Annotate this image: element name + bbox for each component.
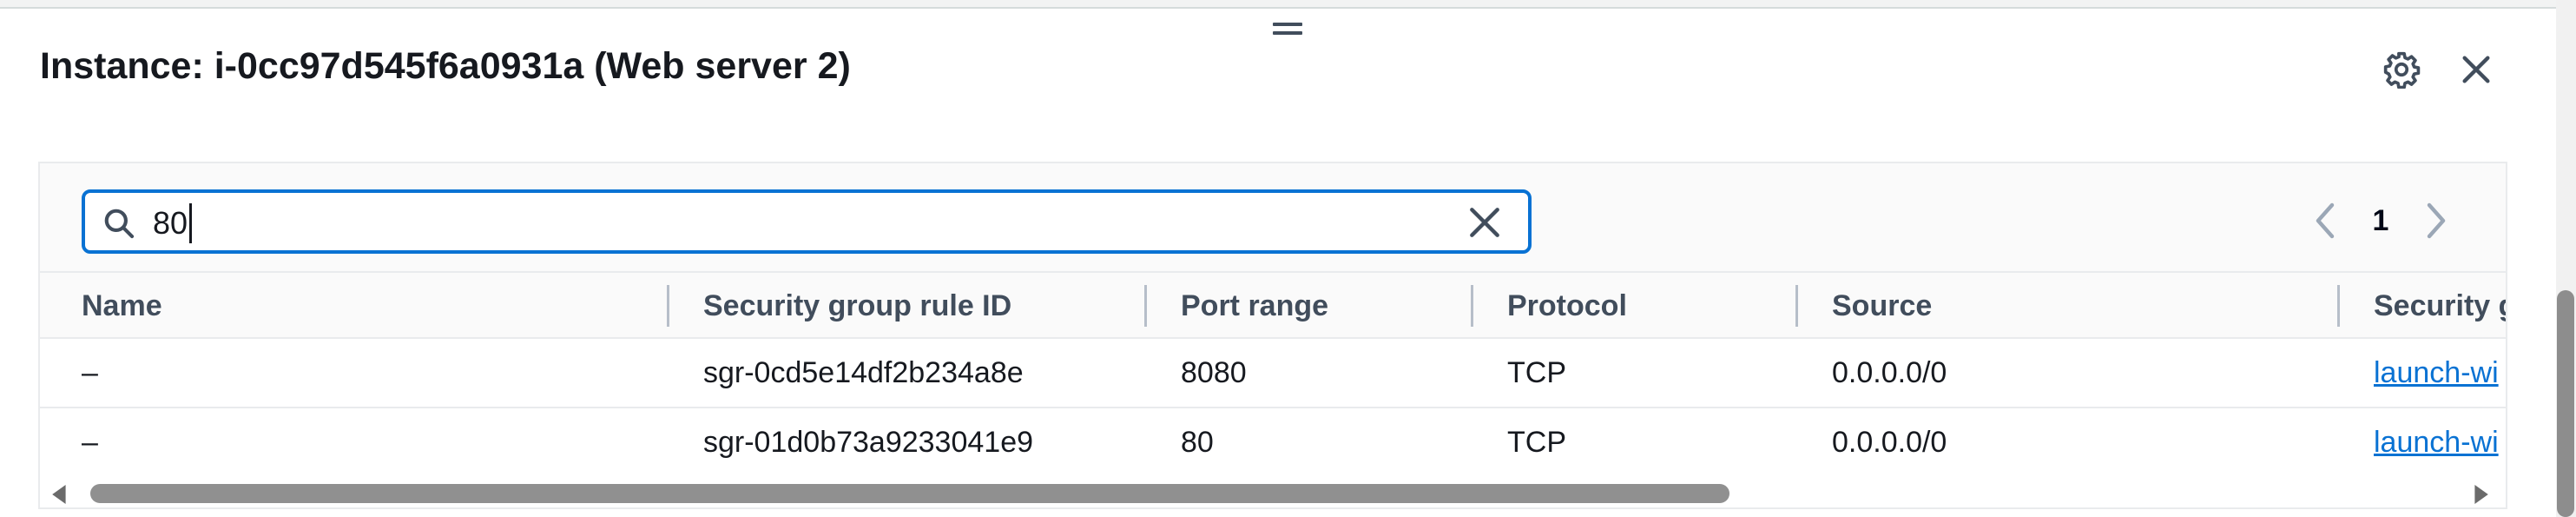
security-group-link[interactable]: launch-wi xyxy=(2374,408,2499,476)
chevron-right-icon[interactable] xyxy=(2414,200,2455,242)
column-resizer[interactable] xyxy=(1144,285,1147,327)
drag-handle-icon[interactable] xyxy=(1273,21,1302,35)
horizontal-scrollbar-thumb[interactable] xyxy=(90,484,1729,503)
vertical-scrollbar-thumb[interactable] xyxy=(2557,290,2574,517)
search-input[interactable]: 80 xyxy=(82,189,1532,254)
column-header-source[interactable]: Source xyxy=(1832,273,1932,339)
cell-rule-id: sgr-01d0b73a9233041e9 xyxy=(703,426,1034,459)
table-row: – sgr-01d0b73a9233041e9 80 TCP 0.0.0.0/0… xyxy=(40,408,2506,478)
cell-protocol: TCP xyxy=(1507,356,1566,389)
clear-icon[interactable] xyxy=(1466,203,1504,242)
panel-title: Instance: i-0cc97d545f6a0931a (Web serve… xyxy=(40,45,851,87)
cell-source: 0.0.0.0/0 xyxy=(1832,426,1947,459)
column-header-name[interactable]: Name xyxy=(82,273,162,339)
top-divider xyxy=(0,0,2576,9)
column-resizer[interactable] xyxy=(1795,285,1798,327)
close-icon xyxy=(2462,56,2490,83)
column-header-port-range[interactable]: Port range xyxy=(1181,273,1328,339)
column-resizer[interactable] xyxy=(1471,285,1473,327)
column-header-rule-id[interactable]: Security group rule ID xyxy=(703,273,1011,339)
close-button[interactable] xyxy=(2452,47,2500,92)
cell-rule-id: sgr-0cd5e14df2b234a8e xyxy=(703,356,1024,389)
column-resizer[interactable] xyxy=(667,285,669,327)
cell-source: 0.0.0.0/0 xyxy=(1832,356,1947,389)
cell-name: – xyxy=(82,426,98,459)
cell-port-range: 8080 xyxy=(1181,356,1247,389)
table-header: Name Security group rule ID Port range P… xyxy=(40,271,2506,339)
search-value[interactable]: 80 xyxy=(153,203,193,243)
column-header-protocol[interactable]: Protocol xyxy=(1507,273,1627,339)
table-row: – sgr-0cd5e14df2b234a8e 8080 TCP 0.0.0.0… xyxy=(40,339,2506,408)
horizontal-scrollbar[interactable] xyxy=(40,476,2506,507)
search-icon xyxy=(104,209,135,239)
security-group-link[interactable]: launch-wi xyxy=(2374,339,2499,407)
scroll-right-arrow-icon[interactable] xyxy=(2471,485,2490,504)
page-number[interactable]: 1 xyxy=(2363,202,2398,240)
column-resizer[interactable] xyxy=(2337,285,2340,327)
column-header-security-group[interactable]: Security g xyxy=(2374,273,2506,339)
gear-icon xyxy=(2383,51,2421,89)
chevron-left-icon[interactable] xyxy=(2306,200,2348,242)
scroll-left-arrow-icon[interactable] xyxy=(50,485,69,504)
cell-name: – xyxy=(82,356,98,389)
settings-button[interactable] xyxy=(2377,47,2426,92)
cell-protocol: TCP xyxy=(1507,426,1566,459)
inbound-rules-table-card: 80 1 Name Security group rule ID Port ra… xyxy=(38,162,2507,509)
cell-port-range: 80 xyxy=(1181,426,1214,459)
